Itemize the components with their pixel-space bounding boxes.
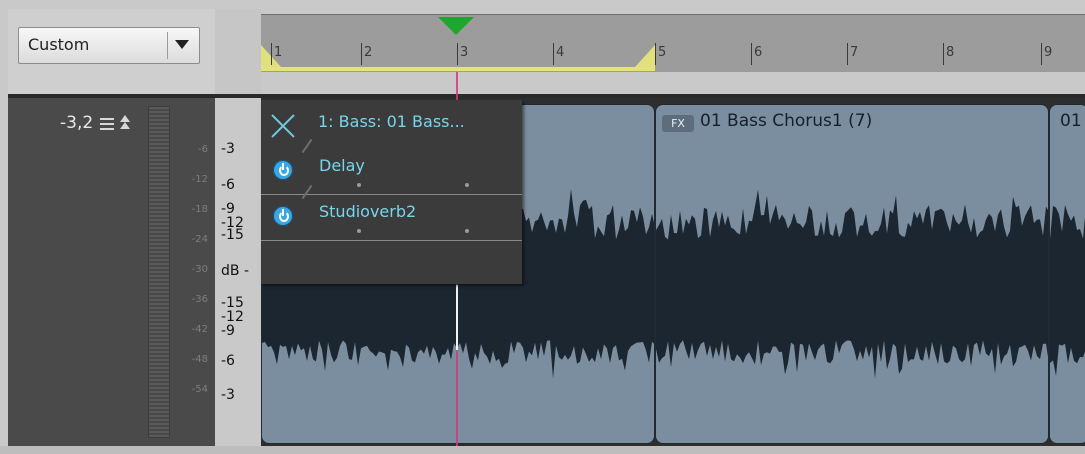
power-icon[interactable] (273, 206, 293, 226)
timeline-ruler[interactable]: 1 2 3 4 5 6 7 8 9 (261, 14, 1085, 73)
ruler-tick (361, 43, 362, 65)
audio-clip[interactable]: 01 (1049, 104, 1085, 444)
ruler-label: 6 (754, 45, 763, 60)
preset-dropdown-value: Custom (28, 35, 90, 54)
ruler-tick (655, 43, 656, 65)
playhead-marker-icon[interactable] (438, 17, 474, 35)
db-scale-label: -9 (221, 201, 235, 217)
close-icon[interactable] (269, 112, 297, 140)
loop-end-marker[interactable] (635, 45, 655, 67)
waveform (656, 189, 1048, 379)
bottom-scrollbar[interactable] (0, 446, 1085, 454)
meter-scale-label: -42 (191, 324, 208, 335)
track-header: -3,2 -6 -12 -18 -24 -30 -36 -42 -48 -54 (8, 98, 215, 446)
meter-scale-label: -36 (191, 294, 208, 305)
ruler-gap (215, 9, 261, 94)
loop-range[interactable] (261, 67, 655, 71)
ruler-label: 1 (274, 45, 283, 60)
ruler-tick (847, 43, 848, 65)
db-scale-label: -15 (221, 295, 244, 311)
waveform-shape (1050, 205, 1085, 376)
audio-clip[interactable]: FX 01 Bass Chorus1 (7) (655, 104, 1049, 444)
collapse-up-icon[interactable] (118, 114, 132, 132)
fx-badge[interactable]: FX (662, 115, 694, 132)
ruler-lower-strip (261, 72, 1085, 94)
waveform-shape (656, 189, 1048, 379)
clip-title: 01 (1060, 111, 1082, 131)
meter-scale-label: -24 (191, 234, 208, 245)
power-icon[interactable] (273, 160, 293, 180)
ruler-label: 4 (556, 45, 565, 60)
ruler-label: 7 (850, 45, 859, 60)
db-scale: -3 -6 -9 -12 -15 dB - -15 -12 -9 -6 -3 (215, 98, 262, 446)
ruler-tick (271, 43, 272, 65)
ruler-tick (1041, 43, 1042, 65)
db-scale-label: -3 (221, 141, 235, 157)
db-scale-label: -6 (221, 353, 235, 369)
menu-icon[interactable] (100, 118, 114, 130)
playhead-highlight (456, 285, 458, 350)
fx-chain-popup: 1: Bass: 01 Bass... Delay Studioverb2 (261, 100, 522, 284)
db-scale-label: -3 (221, 387, 235, 403)
fx-popup-title: 1: Bass: 01 Bass... (318, 112, 465, 131)
track-volume-readout[interactable]: -3,2 (60, 113, 93, 133)
fx-name[interactable]: Delay (319, 156, 365, 175)
fx-dot (465, 229, 469, 233)
fx-name[interactable]: Studioverb2 (319, 202, 416, 221)
chevron-down-icon[interactable] (175, 40, 189, 49)
db-scale-label: -6 (221, 177, 235, 193)
meter-scale-label: -48 (191, 354, 208, 365)
db-scale-label: -12 (221, 309, 244, 325)
ruler-label: 8 (946, 45, 955, 60)
fx-slot-handle (301, 138, 313, 154)
meter-scale-label: -18 (191, 204, 208, 215)
waveform (1050, 205, 1085, 376)
fx-dot (465, 183, 469, 187)
ruler-label: 5 (658, 45, 667, 60)
meter-scale-label: -30 (191, 264, 208, 275)
preset-dropdown[interactable]: Custom (18, 27, 200, 64)
meter-scale-label: -6 (198, 144, 208, 155)
dropdown-separator (167, 32, 168, 59)
ruler-tick (457, 43, 458, 65)
ruler-tick (553, 43, 554, 65)
fx-dot (357, 183, 361, 187)
fx-dot (357, 229, 361, 233)
ruler-label: 9 (1044, 45, 1053, 60)
meter-scale-label: -12 (191, 174, 208, 185)
db-scale-label: -15 (221, 227, 244, 243)
ruler-label: 3 (460, 45, 469, 60)
ruler-tick (943, 43, 944, 65)
level-meter (148, 106, 170, 438)
ruler-tick (751, 43, 752, 65)
ruler-label: 2 (364, 45, 373, 60)
meter-scale-label: -54 (191, 384, 208, 395)
clip-title: 01 Bass Chorus1 (7) (700, 111, 873, 131)
fx-slot-delay[interactable]: Delay (261, 138, 522, 195)
db-scale-label: -9 (221, 323, 235, 339)
db-scale-label: dB - (221, 263, 249, 279)
fx-slot-studioverb[interactable]: Studioverb2 (261, 184, 522, 241)
